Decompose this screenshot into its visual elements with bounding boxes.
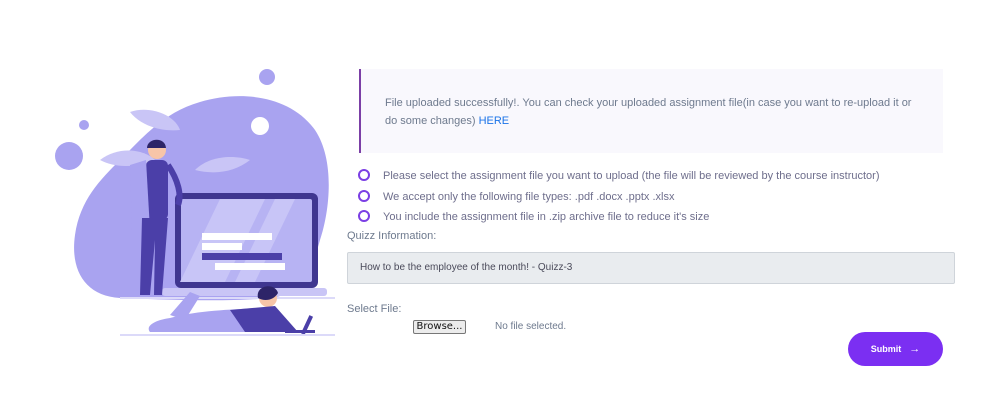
rule-item: You include the assignment file in .zip … [358,209,958,230]
rule-text: We accept only the following file types:… [383,190,675,203]
screen-bar [202,243,242,250]
floor-line [120,334,335,336]
plant-leaf [130,109,180,131]
quiz-info-field: How to be the employee of the month! - Q… [347,252,955,284]
circle-outline-icon [358,210,370,222]
submit-label: Submit [870,344,902,354]
decor-circle [79,120,89,130]
rule-text: You include the assignment file in .zip … [383,211,710,223]
decor-circle [259,69,275,85]
screen-bar [202,233,272,240]
decor-circle [55,142,83,170]
rule-item: We accept only the following file types:… [358,189,958,210]
decor-circle [251,117,269,135]
circle-outline-icon [358,169,370,181]
alert-message: File uploaded successfully!. You can che… [385,94,925,130]
screen-bar [215,263,285,270]
floor-line [120,297,335,299]
reupload-here-link[interactable]: HERE [479,115,510,127]
rule-text: Please select the assignment file you wa… [383,170,880,182]
alert-message-text: File uploaded successfully!. You can che… [385,97,912,127]
submit-button[interactable]: Submit → [848,332,943,366]
rule-item: Please select the assignment file you wa… [358,168,958,189]
upload-rules-list: Please select the assignment file you wa… [358,168,958,230]
screen-bar [202,253,282,260]
circle-outline-icon [358,189,370,202]
browse-button[interactable]: Browse... [413,320,466,334]
quiz-info-label: Quizz Information: [347,230,437,242]
file-status-text: No file selected. [495,321,567,332]
person-torso [146,160,168,220]
upload-success-alert: File uploaded successfully!. You can che… [359,69,943,153]
small-laptop-base [285,330,315,333]
arrow-right-icon: → [909,343,921,355]
select-file-label: Select File: [347,303,402,315]
laptop-base [162,288,327,296]
upload-illustration [55,69,335,336]
